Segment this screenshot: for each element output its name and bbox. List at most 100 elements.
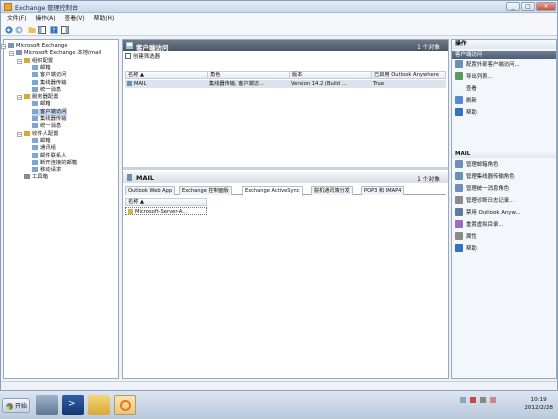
clock[interactable]: 10:19 2012/2/28	[524, 396, 553, 412]
col-role[interactable]: 角色	[208, 72, 290, 79]
action-icon	[455, 84, 463, 92]
close-button[interactable]: ×	[536, 2, 556, 11]
tree-node-icon	[32, 145, 38, 151]
network-icon[interactable]	[460, 397, 466, 403]
tree-expander[interactable]: −	[17, 58, 22, 64]
tree-expander[interactable]: −	[9, 51, 14, 57]
col-version[interactable]: 版本	[290, 72, 372, 79]
action-item[interactable]: 禁用 Outlook Anyw...	[455, 208, 521, 219]
actions-section-mail[interactable]: MAIL	[452, 150, 556, 158]
tree-item[interactable]: 邮箱	[32, 64, 51, 72]
exchange-console-window: Exchange 管理控制台 _ □ × 文件(F) 操作(A) 查看(V) 帮助(H…	[0, 0, 558, 390]
maximize-button[interactable]: □	[521, 2, 535, 11]
tree-item-label: 统一消息	[40, 86, 62, 93]
up-folder-icon[interactable]	[28, 26, 36, 34]
tree-item[interactable]: Microsoft Exchange	[8, 43, 68, 50]
menu-view[interactable]: 查看(V)	[65, 14, 85, 24]
tree-item[interactable]: 组织配置	[24, 57, 54, 65]
create-filter-button[interactable]: 创建筛选器	[125, 53, 160, 62]
tree-expander[interactable]: −	[17, 95, 22, 101]
tree-item[interactable]: 统一消息	[32, 86, 62, 94]
back-icon[interactable]	[5, 26, 13, 34]
exchange-console-taskbar-icon[interactable]	[114, 395, 136, 415]
tree-node-icon	[24, 94, 30, 100]
action-label: 帮助	[466, 246, 477, 252]
action-item[interactable]: 配置外部客户端访问...	[455, 60, 520, 71]
forward-icon[interactable]	[15, 26, 23, 34]
col-name[interactable]: 名称 ▲	[126, 199, 206, 206]
action-item[interactable]: 属性	[455, 232, 477, 243]
tree-item[interactable]: 通讯组	[32, 145, 56, 152]
detail-pane-header: MAIL 1 个对象	[123, 172, 448, 183]
action-item[interactable]: 管理邮箱角色	[455, 160, 498, 171]
pane-splitter[interactable]	[123, 167, 448, 170]
action-item[interactable]: 重置虚拟目录...	[455, 220, 504, 231]
action-icon	[455, 72, 463, 80]
tree-item-label: 集线器传输	[40, 116, 67, 122]
tree-item[interactable]: 客户端访问	[32, 108, 67, 116]
action-item[interactable]: 查看	[455, 84, 477, 95]
tree-item[interactable]: 集线器传输	[32, 116, 67, 123]
tree-item[interactable]: Microsoft Exchange 本地(mail	[16, 50, 101, 57]
menu-help[interactable]: 帮助(H)	[94, 14, 114, 24]
menu-file[interactable]: 文件(F)	[7, 14, 26, 24]
tree-item[interactable]: 工具箱	[24, 174, 48, 181]
tree-item[interactable]: 收件人配置	[24, 130, 59, 138]
action-item[interactable]: 管理诊断日志记录...	[455, 196, 514, 207]
actions-section-client-access[interactable]: 客户端访问	[452, 51, 556, 59]
table-row[interactable]: Microsoft-Server-A...	[125, 207, 207, 215]
tree-item[interactable]: 断开连接的邮箱	[32, 159, 78, 167]
tab-offline-address-book[interactable]: 脱机通讯簿分发	[311, 186, 353, 195]
server-icon	[127, 81, 132, 86]
action-item[interactable]: 刷新	[455, 96, 477, 107]
security-icon[interactable]	[470, 397, 476, 403]
tree-item-label: 移动请求	[40, 167, 62, 174]
tab-exchange-control-panel[interactable]: Exchange 控制面板	[179, 186, 232, 195]
tree-item-label: Microsoft Exchange	[16, 43, 68, 49]
tab-pop3-imap4[interactable]: POP3 和 IMAP4	[361, 186, 405, 195]
server-manager-icon[interactable]	[36, 395, 58, 415]
tree-node-icon	[32, 137, 38, 143]
title-bar: Exchange 管理控制台 _ □ ×	[1, 1, 557, 13]
show-hide-tree-icon[interactable]	[38, 26, 46, 34]
tree-item-label: 断开连接的邮箱	[40, 159, 78, 166]
explorer-folder-icon[interactable]	[88, 395, 110, 415]
action-item[interactable]: 管理统一消息角色	[455, 184, 509, 195]
row-outlook-anywhere: True	[373, 81, 385, 87]
console-view-icon[interactable]	[61, 26, 69, 34]
col-outlook-anywhere[interactable]: 已启用 Outlook Anywhere	[372, 72, 447, 79]
row-name: Microsoft-Server-A...	[126, 208, 206, 216]
col-name[interactable]: 名称 ▲	[126, 72, 208, 79]
row-version: Version 14.2 (Build ...	[291, 81, 347, 87]
tree-expander[interactable]: −	[1, 44, 6, 49]
volume-icon[interactable]	[480, 397, 486, 403]
tab-outlook-web-app[interactable]: Outlook Web App	[125, 186, 176, 195]
action-label: 配置外部客户端访问...	[466, 62, 520, 68]
tree-item[interactable]: 邮箱	[32, 101, 51, 108]
tree-item[interactable]: 邮件联系人	[32, 152, 67, 160]
menu-action[interactable]: 操作(A)	[35, 14, 55, 24]
powershell-icon[interactable]: >	[62, 395, 84, 415]
minimize-button[interactable]: _	[506, 2, 520, 11]
tree-item-label: 收件人配置	[32, 130, 59, 137]
flag-icon[interactable]	[490, 397, 496, 403]
action-icon	[455, 208, 463, 216]
tree-item[interactable]: 邮箱	[32, 137, 51, 145]
action-item[interactable]: 帮助	[455, 244, 477, 255]
table-row[interactable]: MAIL 集线器传输, 客户端访... Version 14.2 (Build …	[125, 80, 446, 88]
tree-item[interactable]: 集线器传输	[32, 79, 67, 87]
action-icon	[455, 184, 463, 192]
detail-pane-title: MAIL	[136, 174, 155, 182]
help-icon[interactable]: ?	[50, 26, 58, 34]
action-item[interactable]: 管理集线器传输角色	[455, 172, 515, 183]
action-item[interactable]: 帮助	[455, 108, 477, 119]
tree-expander[interactable]: −	[17, 131, 22, 137]
tree-item[interactable]: 客户端访问	[32, 72, 67, 79]
start-button[interactable]: 开始	[2, 398, 30, 413]
tree-item[interactable]: 统一消息	[32, 123, 61, 130]
exchange-app-icon	[4, 3, 12, 11]
tab-exchange-activesync[interactable]: Exchange ActiveSync	[242, 186, 303, 196]
virtual-directory-icon	[128, 209, 133, 214]
action-item[interactable]: 导出列表...	[455, 72, 493, 83]
tree-item-label: 组织配置	[32, 57, 54, 64]
